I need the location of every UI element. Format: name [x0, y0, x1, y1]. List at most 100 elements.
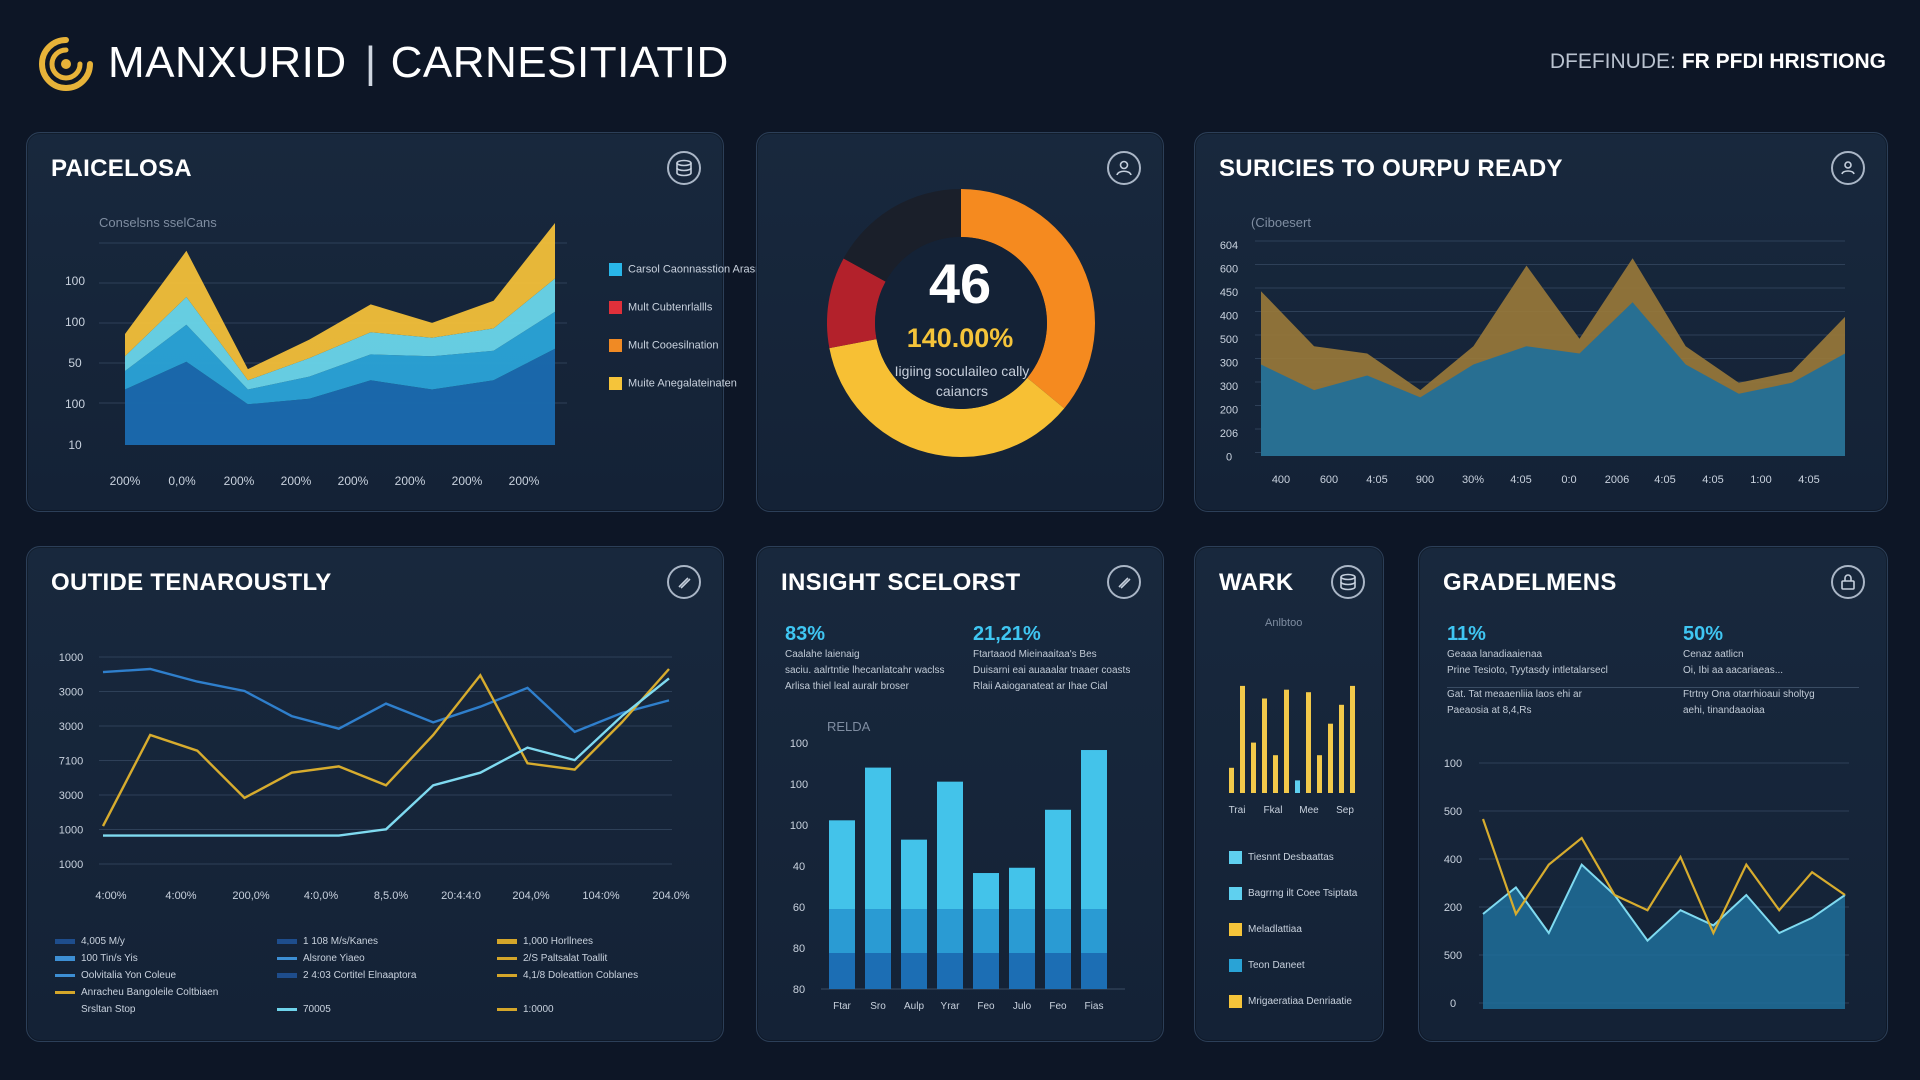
bar-segment [829, 953, 855, 989]
y-tick-label: 7100 [59, 756, 83, 768]
bar [1262, 698, 1267, 793]
bar [1350, 685, 1355, 793]
bar-segment [1081, 953, 1107, 989]
area-series [1483, 864, 1845, 1009]
panel-gradelmens: GRADELMENS 11% Geaaa lanadiaaienaa Prine… [1418, 546, 1888, 1042]
legend-label: Srsltan Stop [81, 1004, 136, 1015]
y-tick-label: 206 [1220, 428, 1238, 440]
legend-swatch [277, 1007, 297, 1011]
y-tick-label: 450 [1220, 287, 1238, 299]
x-tick-label: 4:05 [1702, 474, 1723, 486]
header-status: DFEFINUDE: FR PFDI HRISTIONG [1550, 50, 1886, 74]
x-tick-label: 900 [1416, 474, 1434, 486]
line-series-blue [102, 667, 670, 734]
legend-item: Mrigaeratiaa Denriaatie [1229, 995, 1352, 1008]
bar [1251, 742, 1256, 793]
brand-name: MANXURID [108, 38, 347, 87]
x-tick-label: 204.0% [652, 890, 690, 902]
legend-item: 70005 [277, 1003, 331, 1016]
legend-label: Mult Cubtenrlallls [628, 301, 713, 314]
y-tick-label: 100 [790, 738, 808, 750]
legend-swatch [609, 339, 622, 352]
y-tick-label: 500 [1220, 334, 1238, 346]
legend-label: 2/S Paltsalat Toallit [523, 953, 608, 964]
legend-item: 4,005 M/y [55, 935, 125, 948]
y-tick-label: 100 [1444, 758, 1462, 770]
bar-segment [901, 953, 927, 989]
y-tick-label: 604 [1220, 240, 1238, 252]
gauge-value: 46 [928, 252, 992, 315]
x-tick-label: 104:0% [582, 890, 620, 902]
stacked-bar-chart: 100 100 100 40 60 80 80 Ftar Sro Aulp Yrar Feo Julo F… [790, 738, 1125, 1012]
legend-item: 4,1/8 Doleattion Coblanes [497, 969, 638, 982]
y-tick-label: 100 [790, 820, 808, 832]
legend-label: 70005 [303, 1004, 331, 1015]
legend-swatch [1229, 995, 1242, 1008]
x-tick-label: Sep [1336, 805, 1354, 816]
y-tick-label: 300 [1220, 381, 1238, 393]
legend-swatch [497, 1007, 517, 1011]
line-series-gold [101, 668, 670, 827]
y-tick-label: 3000 [59, 790, 83, 802]
legend-label: 2 4:03 Cortitel Elnaaptora [303, 970, 417, 981]
legend-item: Tiesnnt Desbaattas [1229, 851, 1334, 864]
y-tick-label: 300 [1220, 358, 1238, 370]
legend-item: Srsltan Stop [55, 1003, 135, 1016]
x-tick-label: 2006 [1605, 474, 1629, 486]
header: MANXURID | CARNESITIATID DFEFINUDE: FR PFDI… [36, 28, 1886, 98]
legend-label: Bagrrng ilt Coee Tsiptata [1248, 888, 1358, 900]
legend-swatch [277, 956, 297, 960]
legend-label: Tiesnnt Desbaattas [1248, 852, 1334, 864]
bar [1317, 755, 1322, 793]
x-tick-label: 4:00% [95, 890, 126, 902]
x-tick-label: Julo [1013, 1001, 1032, 1012]
legend-item: Mult Cubtenrlallls [609, 301, 712, 314]
panel-gauge: 46 140.00% Iigiing soculaileo cally caia… [756, 132, 1164, 512]
x-tick-label: Aulp [904, 1001, 924, 1012]
brand-logo-icon [39, 37, 93, 91]
y-tick-label: 500 [1444, 806, 1462, 818]
x-tick-label: 4:05 [1654, 474, 1675, 486]
bar [1284, 689, 1289, 793]
bar [1306, 692, 1311, 793]
x-tick-label: 200% [509, 474, 540, 488]
legend-label: Meladlattiaa [1248, 924, 1302, 936]
y-tick-label: 50 [68, 356, 82, 370]
y-tick-label: 100 [790, 779, 808, 791]
x-tick-label: Fias [1085, 1001, 1104, 1012]
legend-label: Anracheu Bangoleile Coltbiaen [81, 987, 219, 998]
legend-item: Anracheu Bangoleile Coltbiaen [55, 986, 218, 999]
stacked-area-chart: 100 100 50 100 10 200% 0,0% 200% 200% 200% 200% 200… [65, 223, 567, 488]
legend-label: 1 108 M/s/Kanes [303, 936, 379, 947]
y-tick-label: 80 [793, 984, 805, 996]
legend-label: Muite Anegalateinaten [628, 377, 737, 390]
brand-product: CARNESITIATID [390, 38, 729, 87]
bar [1295, 780, 1300, 793]
x-tick-label: Feo [1049, 1001, 1067, 1012]
x-tick-label: 200% [224, 474, 255, 488]
bar-segment [1045, 953, 1071, 989]
x-tick-label: 200% [338, 474, 369, 488]
x-tick-label: 204,0% [512, 890, 550, 902]
bar-segment [865, 953, 891, 989]
line-series-light [103, 677, 670, 837]
x-tick-label: 200% [110, 474, 141, 488]
legend-label: Teon Daneet [1248, 960, 1305, 972]
y-tick-label: 1000 [59, 825, 83, 837]
y-tick-label: 400 [1444, 854, 1462, 866]
legend-label: 100 Tin/s Yis [81, 953, 138, 964]
y-tick-label: 3000 [59, 721, 83, 733]
area-line-chart: 100 500 400 200 500 0 [1444, 758, 1849, 1010]
bar [1229, 767, 1234, 793]
y-tick-label: 40 [793, 861, 805, 873]
legend-item: 2/S Paltsalat Toallit [497, 952, 607, 965]
x-tick-label: 4:05 [1510, 474, 1531, 486]
legend-swatch [609, 377, 622, 390]
x-tick-label: Sro [870, 1001, 886, 1012]
y-tick-label: 60 [793, 902, 805, 914]
gauge-caption: Iigiing soculaileo cally caiancrs [894, 363, 1030, 399]
legend-item: Muite Anegalateinaten [609, 377, 737, 390]
legend-swatch [55, 955, 75, 961]
bar [1240, 685, 1245, 793]
x-tick-label: 20:4:4:0 [441, 890, 481, 902]
